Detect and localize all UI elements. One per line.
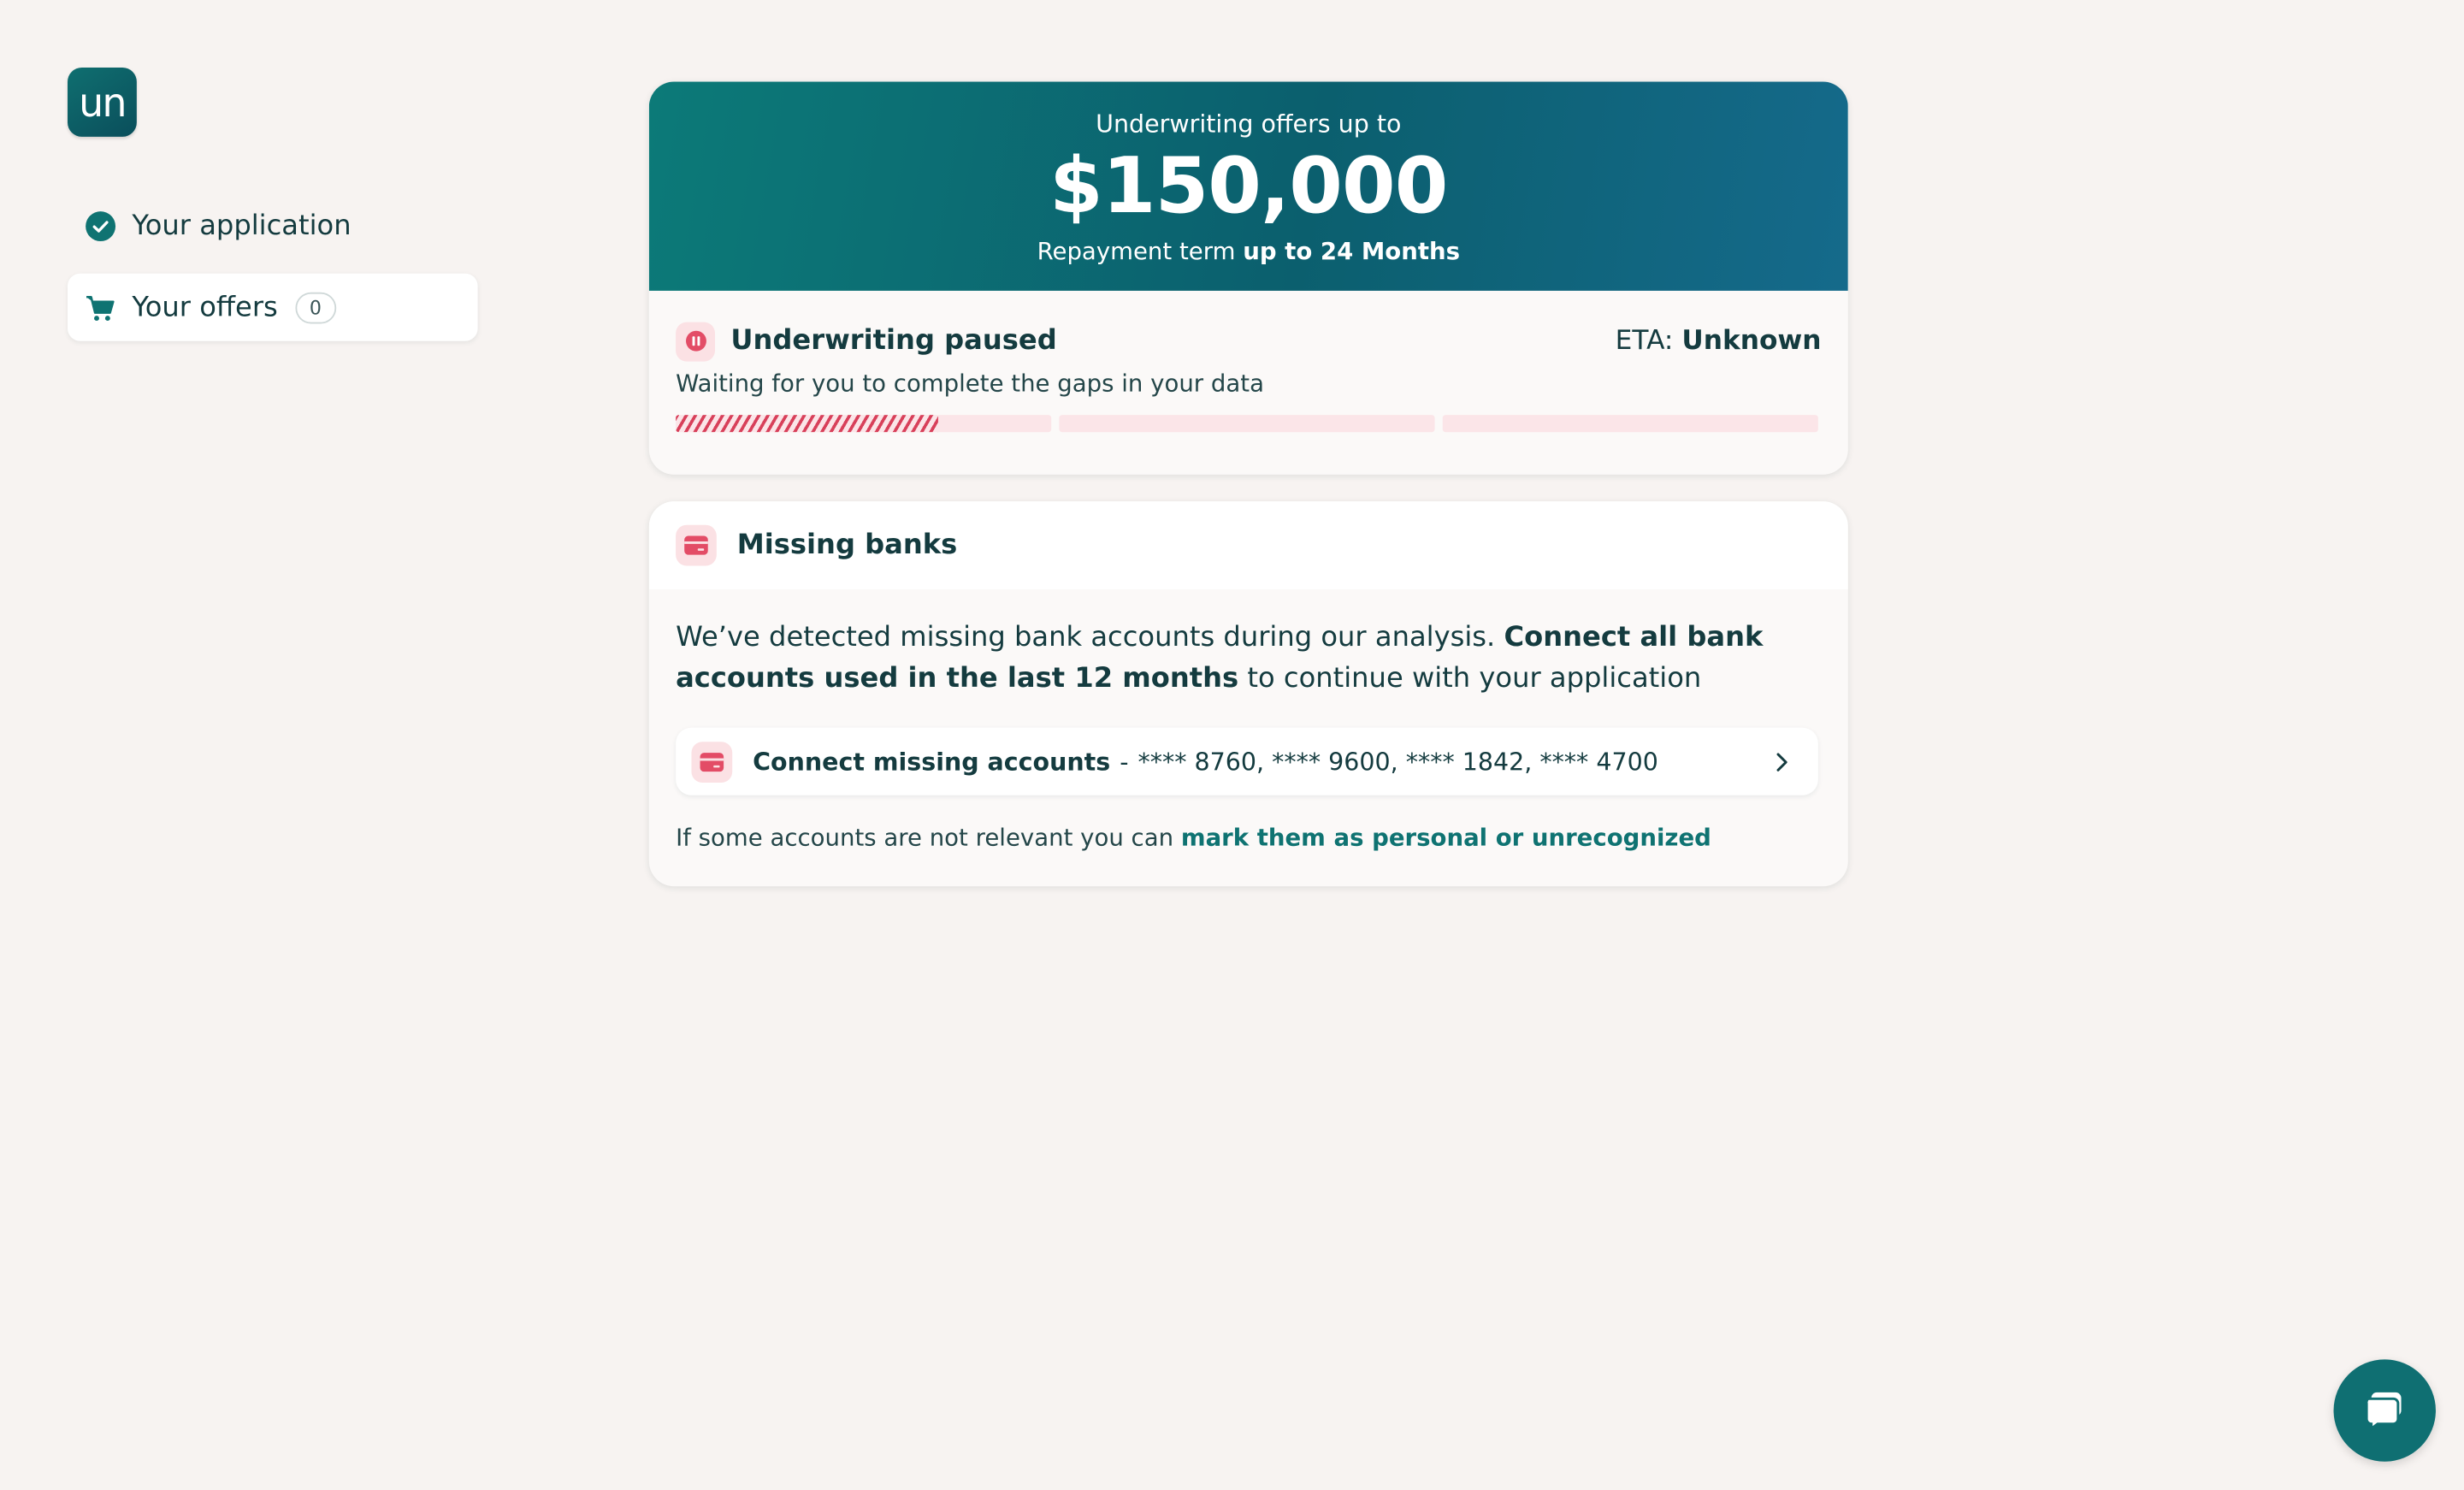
- eta-value: Unknown: [1681, 325, 1822, 358]
- cart-icon: [85, 292, 116, 323]
- missing-account-numbers: **** 8760, **** 9600, **** 1842, **** 47…: [1137, 747, 1658, 776]
- status-row: Underwriting paused ETA: Unknown: [676, 319, 1822, 363]
- missing-banks-message: We’ve detected missing bank accounts dur…: [676, 618, 1770, 700]
- progress-bar: [676, 415, 1818, 433]
- offer-subtitle: Underwriting offers up to: [1096, 109, 1402, 139]
- connect-missing-accounts-button[interactable]: Connect missing accounts - **** 8760, **…: [676, 727, 1818, 795]
- bank-card-icon: [676, 524, 717, 566]
- missing-banks-title: Missing banks: [736, 529, 958, 561]
- offers-count-badge: 0: [295, 291, 336, 323]
- message-plain: We’ve detected missing bank accounts dur…: [676, 622, 1496, 654]
- sidebar-item-application[interactable]: Your application: [68, 192, 478, 259]
- sidebar-item-label: Your offers: [132, 291, 278, 323]
- progress-segment: [1059, 415, 1435, 433]
- missing-banks-header: Missing banks: [648, 501, 1848, 590]
- repayment-term: Repayment term up to 24 Months: [649, 237, 1848, 265]
- logo-text: un: [79, 79, 127, 126]
- message-tail: to continue with your application: [1247, 663, 1702, 695]
- footnote: If some accounts are not relevant you ca…: [676, 824, 1711, 852]
- connect-separator: -: [1120, 747, 1129, 776]
- check-circle-icon: [85, 210, 116, 241]
- sidebar-item-offers[interactable]: Your offers 0: [68, 273, 478, 341]
- footnote-prefix: If some accounts are not relevant you ca…: [676, 823, 1174, 852]
- chat-button[interactable]: [2333, 1359, 2436, 1462]
- offer-amount: $150,000: [1049, 141, 1448, 232]
- missing-banks-card: Missing banks We’ve detected missing ban…: [648, 501, 1848, 887]
- connect-label: Connect missing accounts: [753, 747, 1111, 776]
- status-description: Waiting for you to complete the gaps in …: [676, 369, 1264, 398]
- mark-personal-link[interactable]: mark them as personal or unrecognized: [1181, 824, 1711, 852]
- status-title: Underwriting paused: [730, 325, 1057, 358]
- pause-icon: [676, 321, 716, 361]
- term-value: up to 24 Months: [1243, 237, 1461, 266]
- bank-card-icon: [691, 741, 733, 783]
- chat-icon: [2361, 1384, 2408, 1437]
- offer-banner: Underwriting offers up to $150,000 Repay…: [648, 81, 1848, 291]
- progress-segment-fill: [676, 415, 939, 433]
- chevron-right-icon: [1771, 750, 1793, 772]
- eta-label: ETA:: [1615, 325, 1674, 358]
- progress-segment: [676, 415, 1052, 433]
- logo[interactable]: un: [68, 68, 137, 137]
- eta: ETA: Unknown: [1616, 325, 1822, 357]
- progress-segment: [1442, 415, 1818, 433]
- offer-card: Underwriting offers up to $150,000 Repay…: [648, 81, 1848, 475]
- sidebar-item-label: Your application: [132, 210, 352, 242]
- term-prefix: Repayment term: [1037, 237, 1236, 266]
